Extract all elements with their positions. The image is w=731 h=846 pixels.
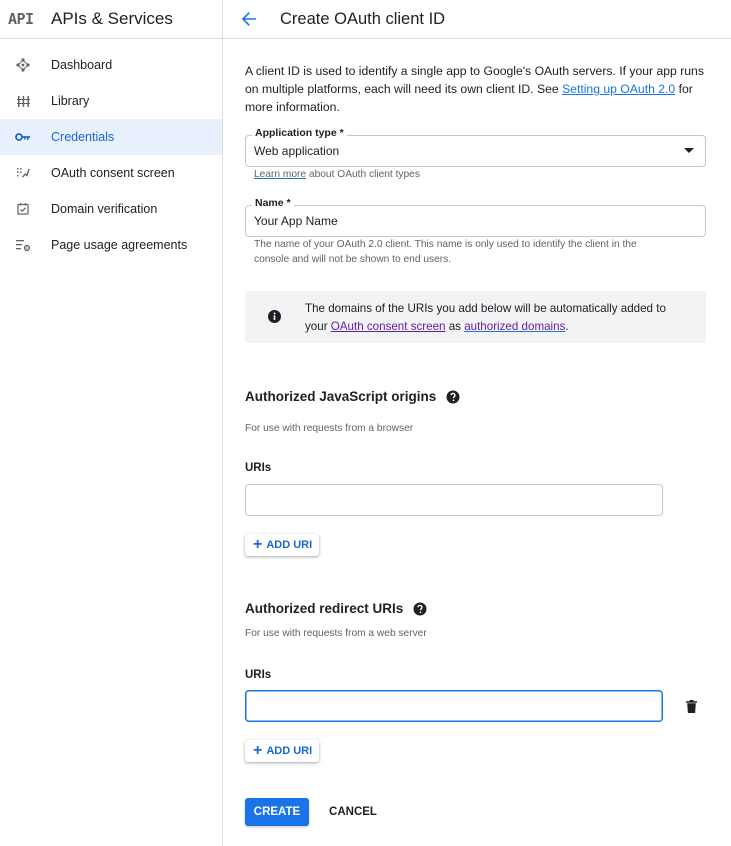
app-title: APIs & Services bbox=[51, 9, 173, 28]
sidebar-item-domain-verification[interactable]: Domain verification bbox=[0, 191, 222, 227]
trash-icon[interactable] bbox=[684, 698, 698, 714]
application-type-value: Web application bbox=[254, 144, 340, 158]
learn-more-link[interactable]: Learn more bbox=[254, 169, 306, 180]
plus-icon: + bbox=[253, 742, 263, 759]
key-icon bbox=[15, 129, 31, 145]
add-uri-label: ADD URI bbox=[266, 745, 313, 757]
hint-text: about OAuth client types bbox=[306, 169, 420, 180]
page-title: Create OAuth client ID bbox=[280, 9, 446, 28]
info-text-mid: as bbox=[445, 320, 465, 333]
redirect-uris-subtitle: For use with requests from a web server bbox=[245, 628, 427, 639]
brand-header: API APIs & Services bbox=[0, 0, 222, 39]
sidebar-item-label: Dashboard bbox=[51, 58, 113, 72]
oauth-consent-screen-link[interactable]: OAuth consent screen bbox=[331, 320, 446, 333]
info-text: The domains of the URIs you add below wi… bbox=[305, 300, 685, 336]
sidebar-item-library[interactable]: Library bbox=[0, 83, 222, 119]
js-origin-uri-input[interactable] bbox=[245, 484, 663, 516]
sidebar-nav: Dashboard Library Credentials OAuth cons… bbox=[0, 47, 222, 263]
dashboard-icon bbox=[15, 57, 31, 73]
name-value: Your App Name bbox=[254, 214, 338, 228]
page-header: Create OAuth client ID bbox=[223, 0, 731, 39]
back-arrow-icon[interactable] bbox=[237, 7, 261, 31]
intro-text: A client ID is used to identify a single… bbox=[245, 62, 706, 116]
info-banner: The domains of the URIs you add below wi… bbox=[245, 291, 706, 343]
name-label: Name * bbox=[252, 197, 294, 209]
application-type-hint: Learn more about OAuth client types bbox=[254, 168, 420, 183]
authorized-domains-link[interactable]: authorized domains bbox=[464, 320, 565, 333]
add-redirect-uri-button[interactable]: + ADD URI bbox=[245, 740, 320, 762]
redirect-uris-label: URIs bbox=[245, 669, 272, 681]
sidebar-item-page-usage[interactable]: Page usage agreements bbox=[0, 227, 222, 263]
sidebar-item-label: Domain verification bbox=[51, 202, 158, 216]
info-icon bbox=[267, 309, 282, 324]
name-hint: The name of your OAuth 2.0 client. This … bbox=[254, 239, 637, 265]
js-origins-subtitle: For use with requests from a browser bbox=[245, 423, 414, 434]
sidebar-item-label: Library bbox=[51, 94, 90, 108]
dropdown-caret-icon bbox=[684, 148, 694, 153]
domain-check-icon bbox=[15, 201, 31, 217]
setting-up-oauth-link[interactable]: Setting up OAuth 2.0 bbox=[562, 82, 675, 96]
sidebar-item-credentials[interactable]: Credentials bbox=[0, 119, 222, 155]
sidebar-item-label: Page usage agreements bbox=[51, 238, 188, 252]
sidebar-item-label: OAuth consent screen bbox=[51, 166, 175, 180]
sidebar-item-oauth-consent[interactable]: OAuth consent screen bbox=[0, 155, 222, 191]
help-icon[interactable] bbox=[413, 602, 427, 616]
help-icon[interactable] bbox=[446, 390, 460, 404]
sidebar-item-dashboard[interactable]: Dashboard bbox=[0, 47, 222, 83]
redirect-uris-title-text: Authorized redirect URIs bbox=[245, 601, 404, 616]
sidebar: API APIs & Services Dashboard Library Cr… bbox=[0, 0, 223, 846]
cancel-button[interactable]: CANCEL bbox=[323, 798, 383, 826]
application-type-label: Application type * bbox=[252, 127, 347, 139]
library-icon bbox=[15, 93, 31, 109]
create-button[interactable]: CREATE bbox=[245, 798, 309, 826]
plus-icon: + bbox=[253, 536, 263, 553]
js-origins-title: Authorized JavaScript origins bbox=[245, 389, 460, 404]
consent-icon bbox=[15, 165, 31, 181]
info-text-after: . bbox=[565, 320, 569, 333]
api-logo: API bbox=[8, 10, 34, 28]
js-origins-title-text: Authorized JavaScript origins bbox=[245, 389, 437, 404]
add-js-origin-uri-button[interactable]: + ADD URI bbox=[245, 534, 320, 556]
redirect-uri-input[interactable] bbox=[245, 690, 663, 722]
js-uris-label: URIs bbox=[245, 462, 272, 474]
settings-list-icon bbox=[15, 237, 31, 253]
application-type-select[interactable]: Application type * Web application bbox=[245, 127, 706, 167]
add-uri-label: ADD URI bbox=[266, 539, 313, 551]
redirect-uris-title: Authorized redirect URIs bbox=[245, 601, 427, 616]
name-field[interactable]: Name * Your App Name bbox=[245, 197, 706, 237]
sidebar-item-label: Credentials bbox=[51, 130, 115, 144]
